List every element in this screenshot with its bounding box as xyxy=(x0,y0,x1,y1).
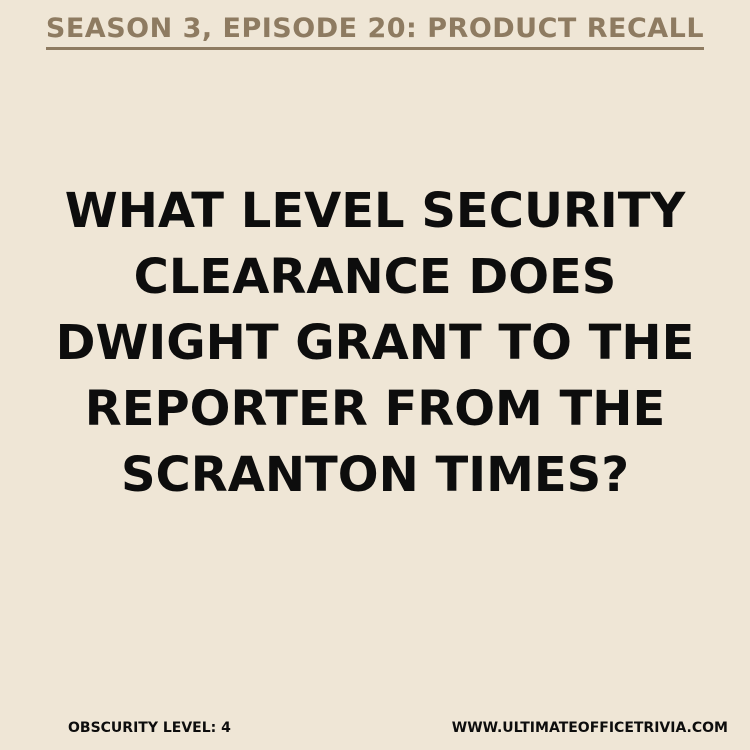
question-line: CLEARANCE DOES xyxy=(133,249,617,305)
question-line: DWIGHT GRANT TO THE xyxy=(55,315,695,371)
website-link: WWW.ULTIMATEOFFICETRIVIA.COM xyxy=(451,720,728,736)
question-line: REPORTER FROM THE xyxy=(84,381,666,437)
episode-title: SEASON 3, EPISODE 20: PRODUCT RECALL xyxy=(45,12,705,50)
trivia-question: WHAT LEVEL SECURITY CLEARANCE DOES DWIGH… xyxy=(20,178,730,508)
episode-header: SEASON 3, EPISODE 20: PRODUCT RECALL xyxy=(0,12,750,50)
trivia-card: SEASON 3, EPISODE 20: PRODUCT RECALL WHA… xyxy=(0,0,750,750)
question-line: WHAT LEVEL SECURITY xyxy=(64,183,686,239)
obscurity-level: OBSCURITY LEVEL: 4 xyxy=(68,720,231,736)
question-line: SCRANTON TIMES? xyxy=(120,447,630,503)
